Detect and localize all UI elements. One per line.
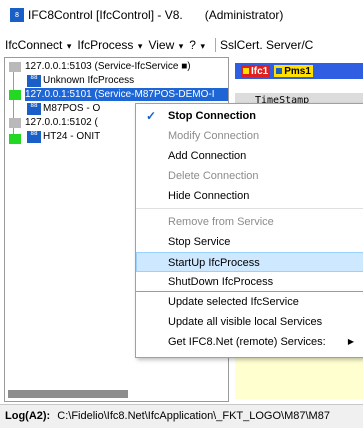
chevron-down-icon: ▾ <box>197 41 205 51</box>
menu-modify-connection[interactable]: Modify Connection <box>136 126 363 146</box>
title-bar: 8 IFC8Control [IfcControl] - V8. (Admini… <box>0 0 363 30</box>
context-menu: ✓ Stop Connection Modify Connection Add … <box>135 103 363 292</box>
menu-stop-service[interactable]: Stop Service <box>136 232 363 252</box>
status-green-icon <box>9 90 21 100</box>
menu-stop-connection[interactable]: ✓ Stop Connection <box>136 106 363 126</box>
tree-node-m87pos[interactable]: M87POS - O <box>43 102 100 115</box>
pms1-chip[interactable]: Pms1 <box>274 65 313 77</box>
ifc8-app-icon: 8 <box>10 8 24 22</box>
ifc8-process-icon: 88 <box>27 131 41 143</box>
status-grey-icon <box>9 62 21 72</box>
menu-delete-connection[interactable]: Delete Connection <box>136 166 363 186</box>
menu-update-selected-service[interactable]: Update selected IfcService <box>136 292 363 312</box>
log-path[interactable]: C:\Fidelio\Ifc8.Net\IfcApplication\_FKT_… <box>57 410 330 422</box>
menu-view[interactable]: View ▾ <box>148 38 183 52</box>
chevron-down-icon: ▾ <box>64 41 72 51</box>
checkmark-icon: ✓ <box>146 109 157 123</box>
log-preview-area <box>235 351 363 399</box>
menu-add-connection[interactable]: Add Connection <box>136 146 363 166</box>
menu-update-all-local-services[interactable]: Update all visible local Services <box>136 312 363 332</box>
menu-help[interactable]: ? ▾ <box>189 38 205 52</box>
horizontal-scrollbar[interactable] <box>8 390 128 398</box>
chevron-down-icon: ▾ <box>176 41 184 51</box>
tree-node-5101[interactable]: 127.0.0.1:5101 (Service-M87POS-DEMO-I <box>25 88 228 101</box>
menu-startup-ifcprocess[interactable]: StartUp IfcProcess <box>136 252 363 272</box>
chevron-down-icon: ▾ <box>135 41 143 51</box>
ifc1-chip[interactable]: Ifc1 <box>241 65 271 77</box>
menu-sslcert[interactable]: SslCert. Server/C <box>220 38 313 52</box>
menu-get-remote-services[interactable]: Get IFC8.Net (remote) Services: ▶ <box>136 332 363 352</box>
tree-node-5102[interactable]: 127.0.0.1:5102 ( <box>25 116 98 129</box>
window-role: (Administrator) <box>204 8 284 22</box>
status-dot-icon <box>276 68 283 74</box>
tree-node-unknown-process[interactable]: Unknown IfcProcess <box>43 74 134 87</box>
ifc8-process-icon: 88 <box>27 75 41 87</box>
menu-separator <box>215 38 216 52</box>
menu-shutdown-ifcprocess[interactable]: ShutDown IfcProcess <box>136 272 363 292</box>
status-grey-icon <box>9 118 21 128</box>
menu-hide-connection[interactable]: Hide Connection <box>136 186 363 206</box>
menu-separator <box>136 208 363 209</box>
status-dot-icon <box>243 68 249 74</box>
context-menu-continued: Update selected IfcService Update all vi… <box>135 292 363 358</box>
tree-node-ht24[interactable]: HT24 - ONIT <box>43 130 100 143</box>
log-bar: Log(A2): C:\Fidelio\Ifc8.Net\IfcApplicat… <box>0 404 363 428</box>
status-green-icon <box>9 134 21 144</box>
window-title: IFC8Control [IfcControl] - V8. <box>28 8 183 22</box>
menu-remove-from-service[interactable]: Remove from Service <box>136 212 363 232</box>
menu-ifcprocess[interactable]: IfcProcess ▾ <box>77 38 142 52</box>
status-strip: Ifc1 Pms1 <box>235 63 363 79</box>
ifc8-process-icon: 88 <box>27 103 41 115</box>
menu-ifcconnect[interactable]: IfcConnect ▾ <box>5 38 71 52</box>
submenu-arrow-icon: ▶ <box>347 337 354 346</box>
tree-node-5103[interactable]: 127.0.0.1:5103 (Service-IfcService ■) <box>25 60 191 73</box>
log-label: Log(A2): <box>5 410 51 422</box>
menu-bar: IfcConnect ▾ IfcProcess ▾ View ▾ ? ▾ Ssl… <box>0 34 363 56</box>
